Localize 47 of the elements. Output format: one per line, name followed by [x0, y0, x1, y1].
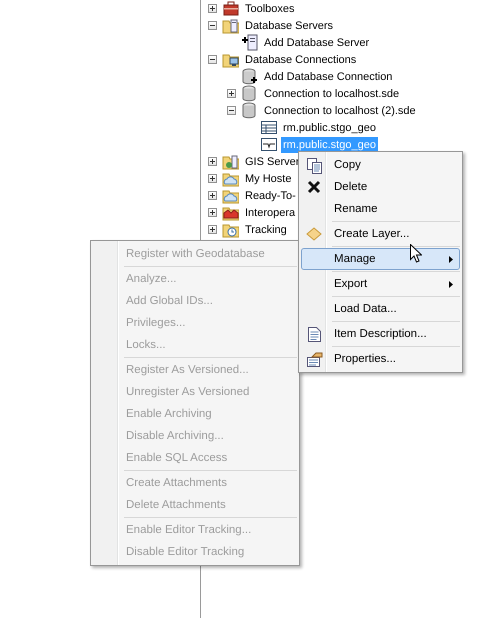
collapse-toggle[interactable] [208, 21, 217, 30]
diamond-icon [306, 226, 323, 243]
tree-item[interactable]: GIS Server [243, 154, 302, 170]
line-feature-icon [260, 136, 277, 153]
tree-item[interactable]: Connection to localhost (2).sde [262, 102, 418, 118]
expand-toggle[interactable] [208, 208, 217, 217]
tree-item[interactable]: Add Database Server [262, 34, 372, 50]
menu-item[interactable]: Rename [301, 198, 460, 220]
menu-item[interactable]: Item Description... [301, 323, 460, 345]
folder-server-icon [222, 153, 239, 170]
toolbox-icon [222, 0, 239, 17]
expand-toggle[interactable] [208, 225, 217, 234]
folder-server-icon [222, 17, 239, 34]
tree-item[interactable]: Database Connections [243, 52, 358, 68]
add-server-icon [241, 34, 258, 51]
menu-item[interactable]: Copy [301, 154, 460, 176]
tree-item[interactable]: Connection to localhost.sde [262, 86, 402, 102]
expand-toggle[interactable] [227, 89, 236, 98]
tree-item[interactable]: Interopera [243, 204, 298, 220]
expand-toggle[interactable] [208, 157, 217, 166]
tree-item[interactable]: Ready-To- [243, 188, 298, 204]
tree-item[interactable]: Add Database Connection [262, 68, 394, 84]
menu-item[interactable]: Create Layer... [301, 223, 460, 245]
collapse-toggle[interactable] [227, 106, 236, 115]
database-icon [241, 85, 258, 102]
mouse-pointer-icon [410, 244, 422, 263]
table-icon [260, 119, 277, 136]
expand-toggle[interactable] [208, 191, 217, 200]
expand-toggle[interactable] [208, 4, 217, 13]
menu-item[interactable]: Load Data... [301, 298, 460, 320]
properties-icon [306, 351, 323, 368]
document-icon [306, 326, 323, 343]
add-database-icon [241, 68, 258, 85]
menu-item[interactable]: Export [301, 273, 460, 295]
delete-icon [306, 179, 323, 196]
tree-item[interactable]: Tracking [243, 222, 289, 238]
copy-icon [306, 157, 323, 174]
collapse-toggle[interactable] [208, 55, 217, 64]
database-icon [241, 102, 258, 119]
expand-toggle[interactable] [208, 174, 217, 183]
tree-item[interactable]: Toolboxes [243, 0, 297, 16]
menu-item[interactable]: Manage [301, 248, 460, 270]
tree-item[interactable]: My Hoste [243, 170, 294, 186]
menu-item[interactable]: Properties... [301, 348, 460, 370]
menu-item[interactable]: Delete [301, 176, 460, 198]
tree-item[interactable]: rm.public.stgo_geo [281, 120, 378, 136]
tree-item[interactable]: Database Servers [243, 18, 336, 34]
